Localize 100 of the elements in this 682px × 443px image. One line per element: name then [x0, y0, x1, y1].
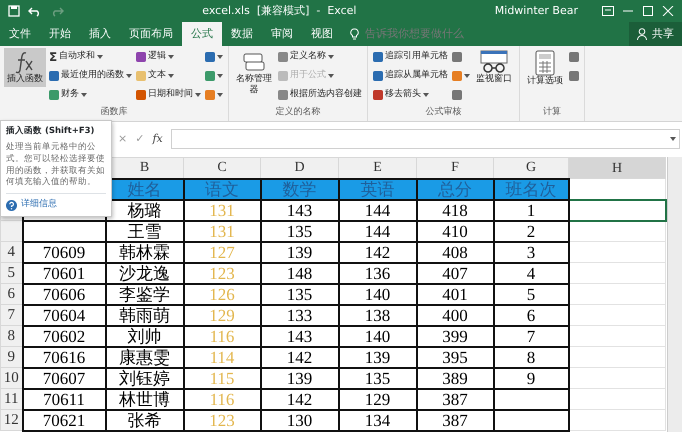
formula-input[interactable] — [170, 129, 680, 149]
table-cell: 134 — [338, 410, 416, 430]
table-cell: 126 — [184, 284, 260, 304]
table-cell: 2 — [494, 220, 568, 242]
ribbon-tab[interactable]: 文件 — [0, 22, 40, 46]
ribbon-button[interactable]: 日期和时间 — [135, 86, 202, 103]
table-cell: 王雪 — [106, 220, 184, 242]
table-cell: 李鉴学 — [106, 284, 184, 304]
tell-me-field[interactable]: 告诉我你想要做什么 — [363, 24, 493, 44]
ribbon-button[interactable]: 追踪引用单元格 — [372, 48, 449, 65]
table-cell: 3 — [494, 242, 568, 262]
table-cell: 131 — [184, 200, 260, 220]
table-cell: 9 — [494, 368, 568, 388]
group-label: 定义的名称 — [274, 106, 322, 118]
table-cell: 韩林霖 — [106, 242, 184, 262]
ribbon-display-icon[interactable] — [602, 6, 614, 16]
row-header[interactable]: 12 — [0, 410, 22, 430]
ribbon-button[interactable]: 追踪从属单元格 — [372, 67, 449, 84]
ribbon-button[interactable]: 逻辑 — [135, 48, 202, 65]
ribbon-button[interactable]: 财务 — [48, 86, 133, 103]
table-cell: 142 — [338, 242, 416, 262]
ribbon-tab[interactable]: 插入 — [80, 22, 120, 46]
table-cell: 70606 — [22, 284, 106, 304]
tooltip-title: 插入函数 (Shift+F3) — [6, 125, 96, 138]
row-header[interactable]: 10 — [0, 368, 22, 388]
row-header[interactable]: 5 — [0, 262, 22, 284]
row-header[interactable]: 6 — [0, 284, 22, 304]
caret-icon — [328, 54, 334, 58]
caret-icon — [168, 54, 174, 58]
caret-icon — [217, 74, 223, 78]
save-icon[interactable] — [8, 5, 20, 17]
caret-icon — [423, 92, 429, 96]
ribbon-tab[interactable]: 视图 — [302, 22, 342, 46]
ribbon-button[interactable]: 根据所选内容创建 — [277, 86, 363, 103]
glasses-icon — [479, 50, 509, 74]
table-cell: 144 — [338, 200, 416, 220]
table-cell: 131 — [184, 220, 260, 242]
table-cell: 70611 — [22, 388, 106, 410]
ribbon-button[interactable]: 定义名称 — [277, 48, 363, 65]
ribbon-button[interactable]: 移去箭头 — [372, 86, 449, 103]
table-cell: 139 — [260, 368, 338, 388]
table-cell: 沙龙逸 — [106, 262, 184, 284]
table-cell: 116 — [184, 388, 260, 410]
table-cell: 123 — [184, 410, 260, 430]
ribbon-tab[interactable]: 数据 — [222, 22, 262, 46]
lightbulb-icon — [350, 28, 359, 40]
table-cell: 400 — [416, 304, 494, 326]
column-header[interactable]: D — [260, 158, 338, 178]
ribbon-tab[interactable]: 审阅 — [262, 22, 302, 46]
table-cell: 8 — [494, 346, 568, 368]
caret-icon — [217, 54, 223, 58]
maximize-icon[interactable] — [642, 6, 654, 16]
column-header[interactable]: E — [338, 158, 416, 178]
table-cell: 130 — [260, 410, 338, 430]
ribbon-button[interactable]: 计算选项 — [524, 48, 566, 89]
caret-icon — [126, 74, 132, 78]
ribbon-tab[interactable]: 开始 — [40, 22, 80, 46]
undo-icon[interactable] — [28, 5, 42, 17]
ribbon-button[interactable]: 文本 — [135, 67, 202, 84]
table-cell: 林世博 — [106, 388, 184, 410]
row-header[interactable]: 7 — [0, 304, 22, 326]
table-cell: 133 — [260, 304, 338, 326]
scrollbar[interactable] — [666, 157, 682, 432]
table-cell: 7 — [494, 326, 568, 346]
column-header[interactable]: C — [184, 158, 260, 178]
table-cell: 127 — [184, 242, 260, 262]
column-header[interactable]: G — [494, 158, 568, 178]
table-cell: 410 — [416, 220, 494, 242]
column-header[interactable]: F — [416, 158, 494, 178]
row-header[interactable]: 8 — [0, 326, 22, 346]
insert-function-button[interactable]: fx — [152, 130, 163, 148]
table-cell: 70601 — [22, 262, 106, 284]
column-header[interactable]: H — [568, 158, 666, 178]
ribbon-tab[interactable]: 公式 — [182, 22, 222, 46]
table-cell: 407 — [416, 262, 494, 284]
sigma-icon: Σ — [49, 50, 58, 62]
group-label: 公式审核 — [424, 106, 462, 118]
ribbon-button[interactable]: 最近使用的函数 — [48, 67, 133, 84]
ribbon-button[interactable]: 插入函数 — [4, 48, 46, 87]
close-icon[interactable] — [662, 6, 674, 16]
table-cell: 142 — [260, 346, 338, 368]
row-header[interactable]: 9 — [0, 346, 22, 368]
caret-icon — [168, 74, 174, 78]
ribbon-tab[interactable]: 页面布局 — [120, 22, 182, 46]
table-cell: 129 — [184, 304, 260, 326]
ribbon-button[interactable]: 监视窗口 — [473, 48, 515, 87]
table-cell: 143 — [260, 200, 338, 220]
table-cell: 395 — [416, 346, 494, 368]
table-cell: 张希 — [106, 410, 184, 430]
table-cell: 4 — [494, 262, 568, 284]
share-button[interactable]: 共享 — [629, 22, 682, 46]
table-cell: 144 — [338, 220, 416, 242]
table-cell: 148 — [260, 262, 338, 284]
group-label: 计算 — [542, 106, 562, 118]
table-cell: 135 — [260, 220, 338, 242]
caret-icon — [328, 74, 334, 78]
row-header[interactable]: 11 — [0, 388, 22, 410]
ribbon-button[interactable]: 名称管理器 — [233, 48, 275, 98]
row-header[interactable]: 4 — [0, 242, 22, 262]
active-cell[interactable] — [568, 200, 666, 220]
